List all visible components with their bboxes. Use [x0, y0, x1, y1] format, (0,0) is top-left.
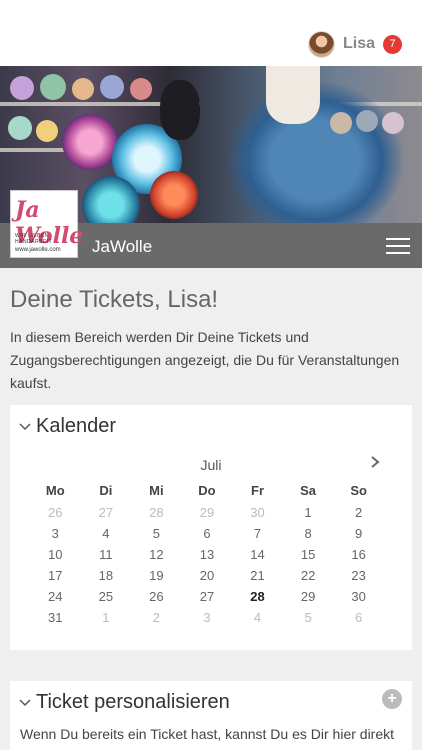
logo-url: www.jawolle.com [15, 247, 61, 253]
calendar-day[interactable]: 28 [131, 505, 182, 520]
calendar-day[interactable]: 21 [232, 568, 283, 583]
weekday-label: Mi [149, 483, 164, 498]
calendar-day[interactable]: 27 [81, 505, 132, 520]
calendar-day[interactable]: 2 [333, 505, 384, 520]
calendar-title: Kalender [36, 415, 117, 437]
plus-icon[interactable]: + [382, 689, 402, 709]
calendar-day[interactable]: 5 [131, 526, 182, 541]
calendar-week: 31 1 2 3 4 5 6 [30, 610, 392, 625]
calendar-day[interactable]: 10 [30, 547, 81, 562]
calendar-day[interactable]: 18 [81, 568, 132, 583]
chevron-right-icon[interactable] [368, 455, 382, 469]
calendar-toggle[interactable]: Kalender [18, 415, 116, 438]
weekday-label: Do [198, 483, 216, 498]
user-menu[interactable]: Lisa 7 [307, 29, 402, 59]
page-intro: In diesem Bereich werden Dir Deine Ticke… [10, 329, 400, 391]
calendar-day[interactable]: 27 [182, 589, 233, 604]
calendar-day[interactable]: 3 [30, 526, 81, 541]
yarn-ball [150, 171, 198, 219]
calendar-day[interactable]: 2 [131, 610, 182, 625]
page-title: Deine Tickets, Lisa! [10, 286, 219, 313]
calendar-day[interactable]: 19 [131, 568, 182, 583]
calendar-day[interactable]: 1 [81, 610, 132, 625]
calendar-day[interactable]: 30 [333, 589, 384, 604]
yarn-ball [72, 78, 94, 100]
mannequin-neck [266, 66, 320, 124]
calendar-week: 17 18 19 20 21 22 23 [30, 568, 392, 583]
calendar-week: 3 4 5 6 7 8 9 [30, 526, 392, 541]
calendar-week: 10 11 12 13 14 15 16 [30, 547, 392, 562]
mannequin-head [160, 80, 200, 140]
calendar-card: Kalender Juli Mo Di Mi Do Fr Sa So 26 27… [10, 405, 412, 650]
ticket-card: Ticket personalisieren + Wenn Du bereits… [10, 681, 412, 750]
username[interactable]: Lisa [343, 35, 375, 53]
calendar-day[interactable]: 17 [30, 568, 81, 583]
ticket-card-title: Ticket personalisieren [36, 691, 230, 713]
weekday-label: So [350, 483, 367, 498]
weekday-label: Mo [45, 483, 65, 498]
calendar-day[interactable]: 30 [232, 505, 283, 520]
calendar-day[interactable]: 23 [333, 568, 384, 583]
yarn-ball [10, 76, 34, 100]
calendar-day[interactable]: 26 [131, 589, 182, 604]
calendar-month: Juli [200, 457, 222, 473]
calendar-day[interactable]: 31 [30, 610, 81, 625]
calendar-day[interactable]: 12 [131, 547, 182, 562]
calendar-day[interactable]: 5 [283, 610, 334, 625]
calendar-day[interactable]: 6 [333, 610, 384, 625]
hamburger-menu-icon[interactable] [386, 238, 410, 256]
ticket-card-toggle[interactable]: Ticket personalisieren [18, 691, 230, 714]
weekday-label: Di [99, 483, 113, 498]
calendar-day[interactable]: 26 [30, 505, 81, 520]
yarn-ball [40, 74, 66, 100]
calendar-day[interactable]: 8 [283, 526, 334, 541]
calendar-day[interactable]: 9 [333, 526, 384, 541]
calendar-day[interactable]: 15 [283, 547, 334, 562]
calendar-week: 24 25 26 27 28 29 30 [30, 589, 392, 604]
yarn-ball [8, 116, 32, 140]
calendar-day[interactable]: 4 [81, 526, 132, 541]
calendar-day[interactable]: 7 [232, 526, 283, 541]
calendar-day[interactable]: 22 [283, 568, 334, 583]
calendar-day[interactable]: 24 [30, 589, 81, 604]
calendar-week: 26 27 28 29 30 1 2 [30, 505, 392, 520]
calendar-day-today[interactable]: 28 [232, 589, 283, 604]
avatar[interactable] [307, 30, 335, 58]
weekday-label: Sa [300, 483, 317, 498]
logo-tagline: WIR LIEBEN HANDARBEIT [15, 233, 53, 245]
calendar-day[interactable]: 29 [283, 589, 334, 604]
calendar-day[interactable]: 3 [182, 610, 233, 625]
calendar-weekdays: Mo Di Mi Do Fr Sa So [30, 483, 392, 498]
chevron-down-icon [19, 698, 31, 706]
yarn-ball [36, 120, 58, 142]
calendar-day[interactable]: 6 [182, 526, 233, 541]
calendar-day[interactable]: 20 [182, 568, 233, 583]
chevron-down-icon [19, 422, 31, 430]
notification-badge[interactable]: 7 [383, 34, 402, 54]
yarn-ball [356, 110, 378, 132]
yarn-ball [130, 78, 152, 100]
calendar-day[interactable]: 1 [283, 505, 334, 520]
brand-logo[interactable]: Ja Wolle WIR LIEBEN HANDARBEIT www.jawol… [10, 190, 83, 258]
top-bar: Lisa 7 [0, 0, 422, 66]
weekday-label: Fr [251, 483, 265, 498]
brand-name[interactable]: JaWolle [92, 237, 152, 257]
calendar-day[interactable]: 29 [182, 505, 233, 520]
yarn-ball [62, 114, 118, 170]
calendar-day[interactable]: 11 [81, 547, 132, 562]
calendar-day[interactable]: 16 [333, 547, 384, 562]
calendar-day[interactable]: 14 [232, 547, 283, 562]
yarn-ball [330, 112, 352, 134]
ticket-card-text: Wenn Du bereits ein Ticket hast, kannst … [20, 726, 395, 742]
calendar-day[interactable]: 4 [232, 610, 283, 625]
calendar-day[interactable]: 13 [182, 547, 233, 562]
yarn-ball [382, 112, 404, 134]
calendar-day[interactable]: 25 [81, 589, 132, 604]
yarn-ball [100, 75, 124, 99]
